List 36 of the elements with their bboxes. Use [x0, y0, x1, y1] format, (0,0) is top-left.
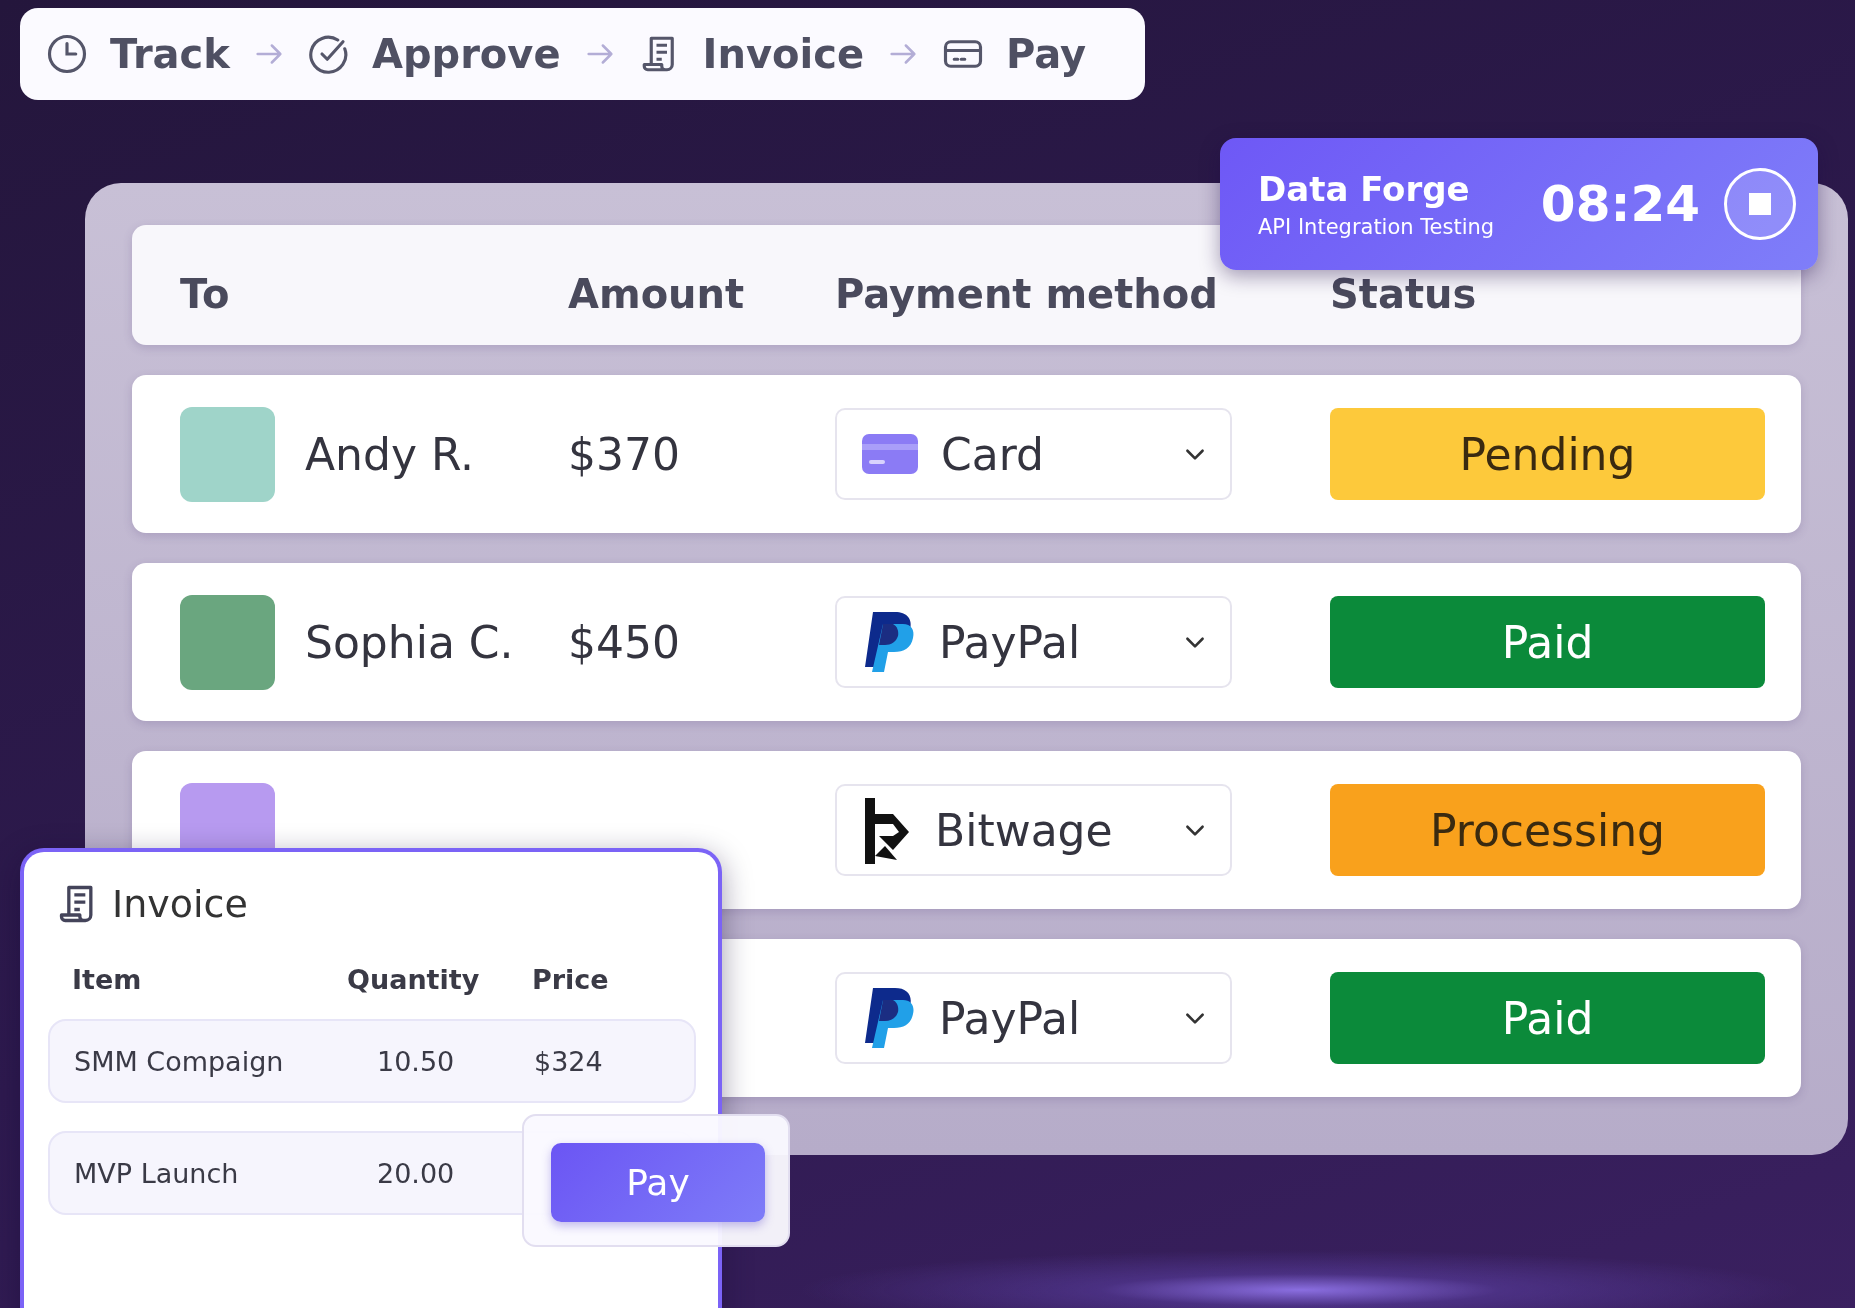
- quantity-text: 10.50: [376, 1045, 456, 1077]
- column-header: Quantity: [347, 964, 481, 995]
- quantity-text: 20.00: [376, 1157, 456, 1189]
- status-badge: Processing: [1330, 784, 1765, 876]
- column-header: To: [180, 271, 231, 319]
- status-badge: Paid: [1330, 596, 1765, 688]
- amount-text: $450: [568, 616, 681, 668]
- project-name: Data Forge: [1258, 169, 1471, 209]
- column-header: Item: [72, 964, 143, 995]
- recipient-name: Sophia C.: [305, 616, 514, 668]
- item-name: MVP Launch: [74, 1157, 240, 1189]
- recipient-name: Andy R.: [305, 428, 474, 480]
- step-label: Invoice: [702, 31, 865, 77]
- column-header: Status: [1330, 271, 1478, 319]
- invoice-title: Invoice: [112, 882, 248, 926]
- column-header: Payment method: [835, 271, 1219, 319]
- column-header: Price: [532, 964, 610, 995]
- check-circle-icon: [307, 33, 350, 75]
- amount-text: $370: [568, 428, 681, 480]
- item-name: SMM Compaign: [74, 1045, 285, 1077]
- task-name: API Integration Testing: [1258, 215, 1496, 239]
- clock-icon: [46, 33, 88, 75]
- payment-method-dropdown[interactable]: PayPal: [835, 596, 1232, 688]
- status-badge: Pending: [1330, 408, 1765, 500]
- payment-method-dropdown[interactable]: Card: [835, 408, 1232, 500]
- pay-button[interactable]: Pay: [551, 1143, 765, 1222]
- step-label: Approve: [371, 31, 561, 77]
- payment-method-dropdown[interactable]: Bitwage: [835, 784, 1232, 876]
- payment-method-dropdown[interactable]: PayPal: [835, 972, 1232, 1064]
- timer-display: 08:24: [1540, 175, 1700, 233]
- column-header: Amount: [568, 271, 746, 319]
- price-text: $324: [534, 1045, 604, 1077]
- step-label: Track: [110, 31, 230, 77]
- status-badge: Paid: [1330, 972, 1765, 1064]
- credit-card-icon: [861, 432, 919, 476]
- step-label: Pay: [1006, 31, 1087, 77]
